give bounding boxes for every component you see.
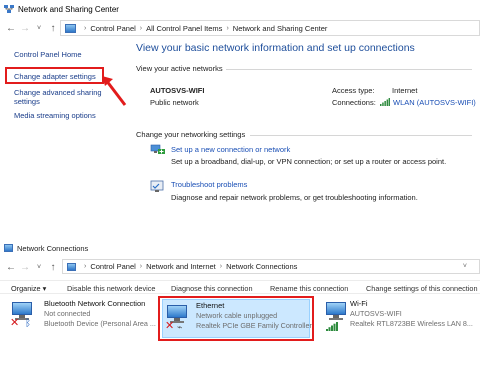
sidebar-item-media-streaming[interactable]: Media streaming options — [14, 111, 96, 120]
change-settings-button[interactable]: Change settings of this connection — [366, 284, 478, 293]
up-arrow-icon[interactable]: ↑ — [46, 260, 60, 274]
chevron-down-icon[interactable]: ˅ — [463, 263, 467, 270]
divider — [226, 69, 472, 70]
control-panel-icon — [67, 262, 76, 271]
change-settings-label: Change your networking settings — [136, 130, 246, 139]
connections-label: Connections: — [332, 98, 376, 107]
adapter-device: Bluetooth Device (Personal Area ... — [44, 319, 156, 328]
diagnose-connection-button[interactable]: Diagnose this connection — [171, 284, 253, 293]
adapter-name: Bluetooth Network Connection — [44, 299, 146, 308]
adapter-bluetooth[interactable]: ✕ ᛒ Bluetooth Network Connection Not con… — [8, 296, 156, 336]
back-arrow-icon[interactable]: ← — [4, 21, 18, 35]
chevron-right-icon: › — [139, 24, 143, 32]
adapter-device: Realtek PCIe GBE Family Controller — [196, 321, 312, 330]
network-name: AUTOSVS-WIFI — [150, 86, 205, 95]
red-arrow-annotation — [102, 76, 127, 106]
divider — [250, 135, 472, 136]
adapter-name: Wi-Fi — [350, 299, 368, 308]
chevron-right-icon: › — [84, 24, 87, 32]
chevron-right-icon: › — [226, 24, 229, 32]
chevron-down-icon[interactable]: ˅ — [32, 260, 46, 274]
forward-arrow-icon[interactable]: → — [18, 260, 32, 274]
wifi-signal-icon — [326, 322, 338, 331]
navigation-bar: ← → ˅ ↑ — [4, 260, 60, 274]
window-title: Network Connections — [17, 243, 89, 253]
up-arrow-icon[interactable]: ↑ — [46, 21, 60, 35]
address-bar[interactable]: › Control Panel › All Control Panel Item… — [60, 20, 480, 36]
title-bar: Network Connections — [4, 242, 88, 254]
active-networks-label: View your active networks — [136, 64, 223, 73]
setup-new-connection-link[interactable]: Set up a new connection or network — [171, 145, 290, 154]
chevron-right-icon: › — [139, 263, 143, 270]
disconnected-x-icon: ✕ — [165, 320, 175, 332]
rename-connection-button[interactable]: Rename this connection — [270, 284, 348, 293]
sidebar-item-advanced-sharing[interactable]: Change advanced sharing settings — [14, 88, 110, 106]
network-sharing-center-window: Network and Sharing Center ← → ˅ ↑ › Con… — [0, 0, 480, 232]
page-title: View your basic network information and … — [136, 42, 415, 54]
disable-device-button[interactable]: Disable this network device — [67, 284, 155, 293]
troubleshoot-icon — [150, 180, 166, 194]
sidebar-control-panel-home[interactable]: Control Panel Home — [14, 50, 82, 59]
chevron-right-icon: › — [219, 263, 223, 270]
control-panel-icon — [65, 23, 76, 33]
adapter-status: Network cable unplugged — [196, 311, 278, 320]
sidebar-item-change-adapter-settings[interactable]: Change adapter settings — [14, 72, 96, 81]
address-bar[interactable]: › Control Panel › Network and Internet ›… — [62, 259, 480, 274]
adapter-name: Ethernet — [196, 301, 225, 310]
new-connection-icon — [150, 143, 166, 157]
troubleshoot-link[interactable]: Troubleshoot problems — [171, 180, 247, 189]
adapter-ethernet[interactable]: ✕ ⌁ Ethernet Network cable unplugged Rea… — [162, 299, 312, 338]
window-title: Network and Sharing Center — [18, 4, 119, 14]
title-bar: Network and Sharing Center — [0, 0, 480, 18]
wifi-signal-icon — [380, 98, 390, 106]
wlan-connection-link[interactable]: WLAN (AUTOSVS-WIFI) — [393, 98, 476, 107]
back-arrow-icon[interactable]: ← — [4, 260, 18, 274]
network-connections-window: Network Connections ← → ˅ ↑ › Control Pa… — [0, 238, 480, 370]
network-center-app-icon — [4, 4, 14, 14]
breadcrumb-all-items[interactable]: All Control Panel Items — [146, 24, 222, 33]
network-type: Public network — [150, 98, 199, 107]
access-type-value: Internet — [392, 86, 418, 95]
chevron-right-icon: › — [84, 263, 87, 270]
breadcrumb-network-center[interactable]: Network and Sharing Center — [233, 24, 328, 33]
adapter-status: AUTOSVS-WIFI — [350, 309, 402, 318]
breadcrumb-control-panel[interactable]: Control Panel — [90, 262, 135, 271]
bluetooth-icon: ᛒ — [25, 318, 31, 329]
organize-menu-button[interactable]: Organize ▾ — [11, 284, 46, 293]
chevron-down-icon[interactable]: ˅ — [32, 21, 46, 35]
adapter-device: Realtek RTL8723BE Wireless LAN 8... — [350, 319, 473, 328]
network-connections-app-icon — [4, 244, 13, 252]
breadcrumb-control-panel[interactable]: Control Panel — [90, 24, 135, 33]
network-adapter-icon — [324, 300, 348, 322]
forward-arrow-icon[interactable]: → — [18, 21, 32, 35]
breadcrumb-network-connections[interactable]: Network Connections — [226, 262, 297, 271]
command-toolbar: Organize ▾ Disable this network device D… — [0, 280, 480, 294]
cable-icon: ⌁ — [177, 322, 183, 332]
breadcrumb-network-internet[interactable]: Network and Internet — [146, 262, 216, 271]
setup-new-connection-desc: Set up a broadband, dial-up, or VPN conn… — [171, 157, 447, 166]
adapter-status: Not connected — [44, 309, 91, 318]
adapter-wifi[interactable]: Wi-Fi AUTOSVS-WIFI Realtek RTL8723BE Wir… — [322, 296, 478, 336]
troubleshoot-desc: Diagnose and repair network problems, or… — [171, 193, 418, 202]
disconnected-x-icon: ✕ — [10, 317, 20, 329]
access-type-label: Access type: — [332, 86, 375, 95]
